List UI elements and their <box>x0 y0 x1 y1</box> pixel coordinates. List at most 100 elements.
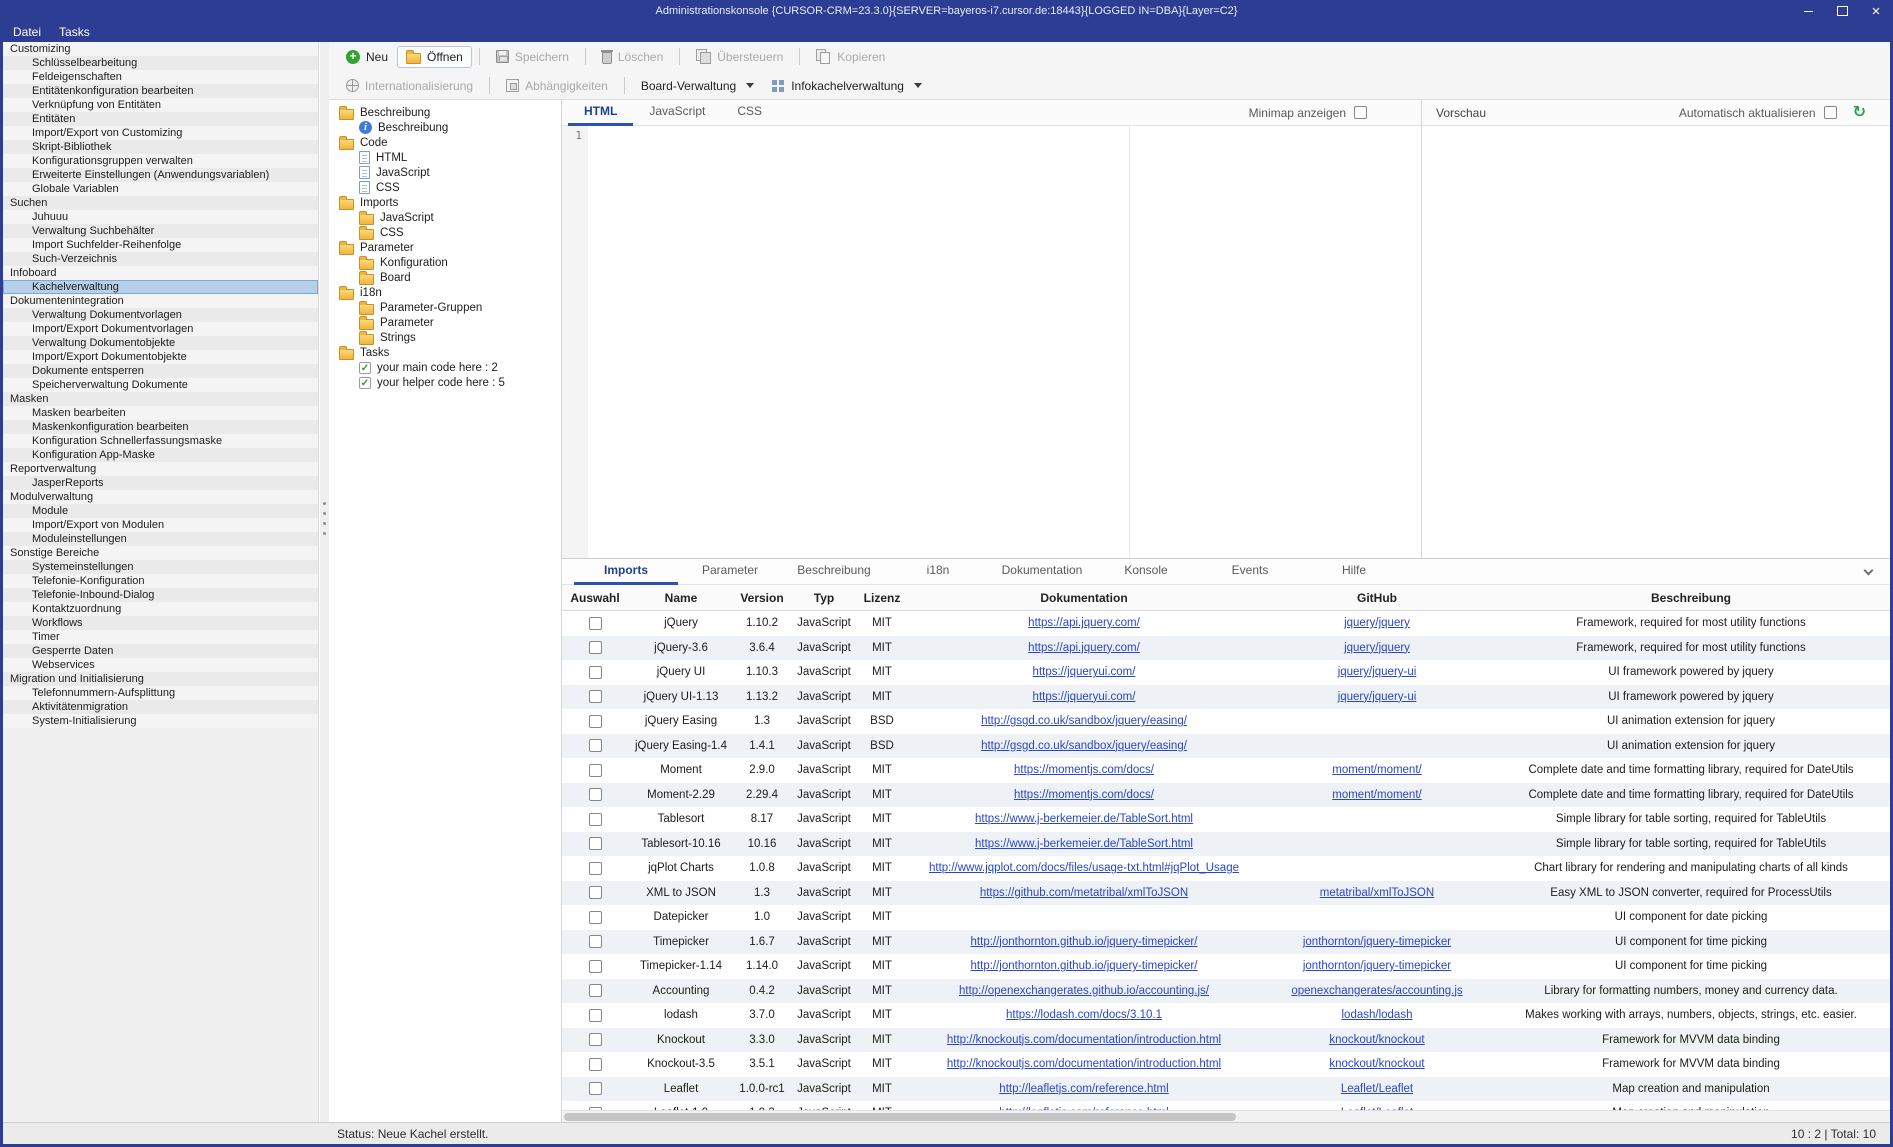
row-checkbox[interactable] <box>589 960 602 973</box>
sidebar-item[interactable]: Migration und Initialisierung <box>3 672 318 686</box>
sidebar-item[interactable]: Infoboard <box>3 266 318 280</box>
sidebar-item[interactable]: Sonstige Bereiche <box>3 546 318 560</box>
column-header[interactable]: Lizenz <box>858 591 906 605</box>
close-icon[interactable]: × <box>1869 4 1883 18</box>
sidebar-item[interactable]: System-Initialisierung <box>3 714 318 728</box>
sidebar-item[interactable]: Timer <box>3 630 318 644</box>
table-row[interactable]: jQuery Easing 1.3 JavaScript BSD http://… <box>562 709 1890 734</box>
auto-refresh-checkbox[interactable] <box>1824 106 1837 119</box>
code-editor[interactable]: 1 <box>562 126 1421 558</box>
sidebar-item[interactable]: Verknüpfung von Entitäten <box>3 98 318 112</box>
sidebar-item[interactable]: Telefonie-Konfiguration <box>3 574 318 588</box>
bottom-tab[interactable]: Imports <box>574 559 678 585</box>
bottom-tab[interactable]: Konsole <box>1094 559 1198 585</box>
row-checkbox[interactable] <box>589 984 602 997</box>
sidebar-item[interactable]: JasperReports <box>3 476 318 490</box>
sidebar-item[interactable]: Globale Variablen <box>3 182 318 196</box>
sidebar-item[interactable]: Modulverwaltung <box>3 490 318 504</box>
tree-item[interactable]: your main code here : 2 <box>329 360 561 375</box>
github-link[interactable]: knockout/knockout <box>1329 1034 1424 1046</box>
sidebar-item[interactable]: Dokumentenintegration <box>3 294 318 308</box>
row-checkbox[interactable] <box>589 911 602 924</box>
github-link[interactable]: moment/moment/ <box>1332 789 1421 801</box>
tree-item[interactable]: Parameter <box>329 240 561 255</box>
column-header[interactable]: Dokumentation <box>906 591 1262 605</box>
sidebar-item[interactable]: Gesperrte Daten <box>3 644 318 658</box>
github-link[interactable]: lodash/lodash <box>1342 1009 1413 1021</box>
table-row[interactable]: jQuery Easing-1.4 1.4.1 JavaScript BSD h… <box>562 734 1890 759</box>
row-checkbox[interactable] <box>589 1033 602 1046</box>
sidebar-item[interactable]: Konfiguration App-Maske <box>3 448 318 462</box>
github-link[interactable]: moment/moment/ <box>1332 764 1421 776</box>
documentation-link[interactable]: https://github.com/metatribal/xmlToJSON <box>980 887 1188 899</box>
table-row[interactable]: jQuery-3.6 3.6.4 JavaScript MIT https://… <box>562 636 1890 661</box>
row-checkbox[interactable] <box>589 862 602 875</box>
tree-item[interactable]: Imports <box>329 195 561 210</box>
row-checkbox[interactable] <box>589 690 602 703</box>
row-checkbox[interactable] <box>589 788 602 801</box>
sidebar-item[interactable]: Entitätenkonfiguration bearbeiten <box>3 84 318 98</box>
table-row[interactable]: Timepicker-1.14 1.14.0 JavaScript MIT ht… <box>562 954 1890 979</box>
documentation-link[interactable]: http://openexchangerates.github.io/accou… <box>959 985 1209 997</box>
sidebar-item[interactable]: Masken bearbeiten <box>3 406 318 420</box>
documentation-link[interactable]: http://jonthornton.github.io/jquery-time… <box>971 960 1198 972</box>
sidebar-item[interactable]: Telefonie-Inbound-Dialog <box>3 588 318 602</box>
sidebar-item[interactable]: Konfigurationsgruppen verwalten <box>3 154 318 168</box>
sidebar-item[interactable]: Kontaktzuordnung <box>3 602 318 616</box>
row-checkbox[interactable] <box>589 1058 602 1071</box>
documentation-link[interactable]: http://gsgd.co.uk/sandbox/jquery/easing/ <box>981 740 1187 752</box>
tree-item[interactable]: CSS <box>329 180 561 195</box>
column-header[interactable]: GitHub <box>1262 591 1492 605</box>
sidebar-item[interactable]: Verwaltung Dokumentvorlagen <box>3 308 318 322</box>
documentation-link[interactable]: https://momentjs.com/docs/ <box>1014 789 1154 801</box>
tree-item[interactable]: Konfiguration <box>329 255 561 270</box>
documentation-link[interactable]: https://www.j-berkemeier.de/TableSort.ht… <box>975 813 1193 825</box>
tree-item[interactable]: CSS <box>329 225 561 240</box>
table-row[interactable]: Datepicker 1.0 JavaScript MIT UI compone… <box>562 905 1890 930</box>
table-row[interactable]: Moment-2.29 2.29.4 JavaScript MIT https:… <box>562 783 1890 808</box>
row-checkbox[interactable] <box>589 666 602 679</box>
sidebar-item[interactable]: Konfiguration Schnellerfassungsmaske <box>3 434 318 448</box>
row-checkbox[interactable] <box>589 886 602 899</box>
sidebar-item[interactable]: Import Suchfelder-Reihenfolge <box>3 238 318 252</box>
editor-tab[interactable]: HTML <box>568 100 633 126</box>
sidebar-item[interactable]: Import/Export Dokumentvorlagen <box>3 322 318 336</box>
minimap-checkbox[interactable] <box>1354 106 1367 119</box>
row-checkbox[interactable] <box>589 764 602 777</box>
github-link[interactable]: Leaflet/Leaflet <box>1341 1083 1413 1095</box>
column-header[interactable]: Name <box>628 591 734 605</box>
row-checkbox[interactable] <box>589 813 602 826</box>
documentation-link[interactable]: https://momentjs.com/docs/ <box>1014 764 1154 776</box>
sidebar-item[interactable]: Import/Export von Customizing <box>3 126 318 140</box>
tree-item[interactable]: JavaScript <box>329 210 561 225</box>
bottom-tab[interactable]: i18n <box>886 559 990 585</box>
minimize-icon[interactable] <box>1801 4 1815 18</box>
menu-item[interactable]: Tasks <box>50 23 99 41</box>
github-link[interactable]: knockout/knockout <box>1329 1058 1424 1070</box>
github-link[interactable]: metatribal/xmlToJSON <box>1320 887 1434 899</box>
github-link[interactable]: jonthornton/jquery-timepicker <box>1303 936 1451 948</box>
sidebar-item[interactable]: Feldeigenschaften <box>3 70 318 84</box>
tree-item[interactable]: Code <box>329 135 561 150</box>
documentation-link[interactable]: http://leafletjs.com/reference.html <box>999 1083 1168 1095</box>
tree-item[interactable]: Parameter <box>329 315 561 330</box>
sidebar-item[interactable]: Skript-Bibliothek <box>3 140 318 154</box>
table-row[interactable]: Knockout 3.3.0 JavaScript MIT http://kno… <box>562 1028 1890 1053</box>
documentation-link[interactable]: https://www.j-berkemeier.de/TableSort.ht… <box>975 838 1193 850</box>
sidebar-item[interactable]: Import/Export von Modulen <box>3 518 318 532</box>
tree-item[interactable]: JavaScript <box>329 165 561 180</box>
sidebar-item[interactable]: Verwaltung Suchbehälter <box>3 224 318 238</box>
sidebar-item[interactable]: Telefonnummern-Aufsplittung <box>3 686 318 700</box>
sidebar-item[interactable]: Speicherverwaltung Dokumente <box>3 378 318 392</box>
table-row[interactable]: Leaflet 1.0.0-rc1 JavaScript MIT http://… <box>562 1077 1890 1102</box>
tree-item[interactable]: Parameter-Gruppen <box>329 300 561 315</box>
documentation-link[interactable]: http://jonthornton.github.io/jquery-time… <box>971 936 1198 948</box>
table-row[interactable]: Accounting 0.4.2 JavaScript MIT http://o… <box>562 979 1890 1004</box>
refresh-icon[interactable]: ↻ <box>1853 105 1866 121</box>
sidebar-item[interactable]: Customizing <box>3 42 318 56</box>
documentation-link[interactable]: https://api.jquery.com/ <box>1028 617 1140 629</box>
row-checkbox[interactable] <box>589 935 602 948</box>
sidebar-item[interactable]: Import/Export Dokumentobjekte <box>3 350 318 364</box>
sidebar-item[interactable]: Reportverwaltung <box>3 462 318 476</box>
tree-item[interactable]: Board <box>329 270 561 285</box>
